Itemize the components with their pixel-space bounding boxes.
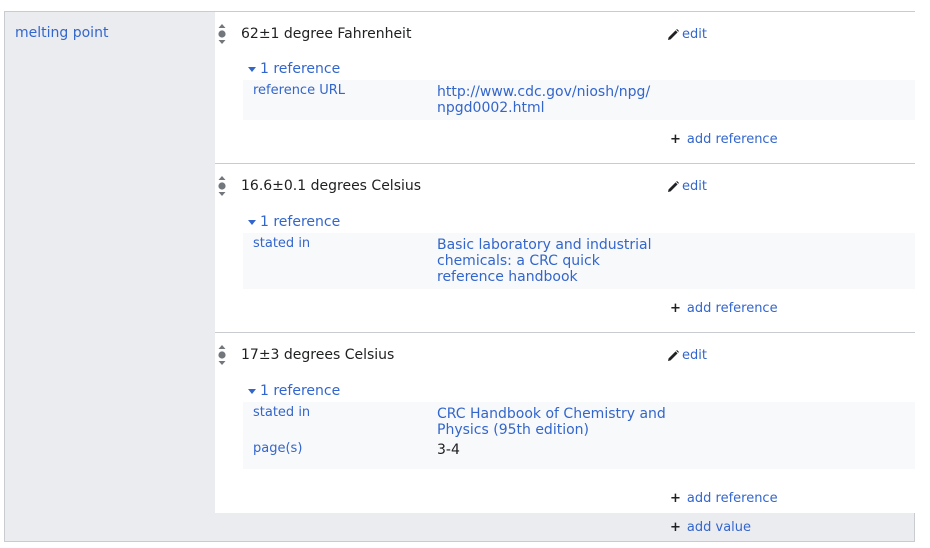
add-reference-label: add reference bbox=[686, 301, 778, 316]
edit-label: edit bbox=[682, 179, 707, 194]
plus-icon: + bbox=[670, 520, 681, 535]
statement-value: 16.6±0.1 degrees Celsius bbox=[241, 178, 422, 194]
rank-normal-icon[interactable] bbox=[217, 344, 227, 366]
statement-list: 62±1 degree Fahrenheit edit 1 reference … bbox=[215, 12, 915, 513]
reference-block: stated in Basic laboratory and industria… bbox=[243, 233, 915, 289]
property-label[interactable]: melting point bbox=[15, 25, 108, 41]
add-reference-button[interactable]: + add reference bbox=[670, 132, 778, 147]
references-toggle-label: 1 reference bbox=[260, 214, 341, 230]
rank-normal-icon[interactable] bbox=[217, 175, 227, 197]
references-toggle[interactable]: 1 reference bbox=[248, 61, 340, 77]
edit-button[interactable]: edit bbox=[666, 348, 707, 363]
snak-value[interactable]: http://www.cdc.gov/niosh/npg/npgd0002.ht… bbox=[437, 84, 659, 116]
edit-button[interactable]: edit bbox=[666, 179, 707, 194]
pencil-icon bbox=[668, 349, 679, 361]
edit-label: edit bbox=[682, 348, 707, 363]
pencil-icon bbox=[668, 28, 679, 40]
add-reference-label: add reference bbox=[686, 132, 778, 147]
references-toggle-label: 1 reference bbox=[260, 383, 341, 399]
add-reference-button[interactable]: + add reference bbox=[670, 491, 778, 506]
statement: 17±3 degrees Celsius edit 1 reference st… bbox=[215, 333, 915, 513]
reference-block: stated in CRC Handbook of Chemistry and … bbox=[243, 402, 915, 469]
add-value-label: add value bbox=[686, 520, 752, 535]
statement: 62±1 degree Fahrenheit edit 1 reference … bbox=[215, 12, 915, 164]
pencil-icon bbox=[668, 180, 679, 192]
rank-normal-icon[interactable] bbox=[217, 23, 227, 45]
snak-property[interactable]: stated in bbox=[253, 405, 310, 420]
snak-property[interactable]: stated in bbox=[253, 236, 310, 251]
snak-value[interactable]: Basic laboratory and industrial chemical… bbox=[437, 237, 667, 285]
plus-icon: + bbox=[670, 491, 681, 506]
edit-button[interactable]: edit bbox=[666, 27, 707, 42]
triangle-down-icon bbox=[248, 219, 256, 225]
references-toggle-label: 1 reference bbox=[260, 61, 341, 77]
statement-group-melting-point: melting point 62±1 degree Fahrenheit edi… bbox=[4, 11, 915, 542]
references-toggle[interactable]: 1 reference bbox=[248, 383, 340, 399]
reference-block: reference URL http://www.cdc.gov/niosh/n… bbox=[243, 80, 915, 120]
snak-property[interactable]: page(s) bbox=[253, 441, 302, 456]
add-reference-button[interactable]: + add reference bbox=[670, 301, 778, 316]
triangle-down-icon bbox=[248, 66, 256, 72]
add-value-button[interactable]: + add value bbox=[670, 520, 751, 535]
references-toggle[interactable]: 1 reference bbox=[248, 214, 340, 230]
snak-value[interactable]: CRC Handbook of Chemistry and Physics (9… bbox=[437, 406, 667, 438]
edit-label: edit bbox=[682, 27, 707, 42]
statement: 16.6±0.1 degrees Celsius edit 1 referenc… bbox=[215, 164, 915, 333]
snak-property[interactable]: reference URL bbox=[253, 83, 345, 98]
plus-icon: + bbox=[670, 301, 681, 316]
plus-icon: + bbox=[670, 132, 681, 147]
snak-value: 3-4 bbox=[437, 442, 460, 458]
triangle-down-icon bbox=[248, 388, 256, 394]
statement-value: 62±1 degree Fahrenheit bbox=[241, 26, 412, 42]
statement-value: 17±3 degrees Celsius bbox=[241, 347, 395, 363]
add-reference-label: add reference bbox=[686, 491, 778, 506]
